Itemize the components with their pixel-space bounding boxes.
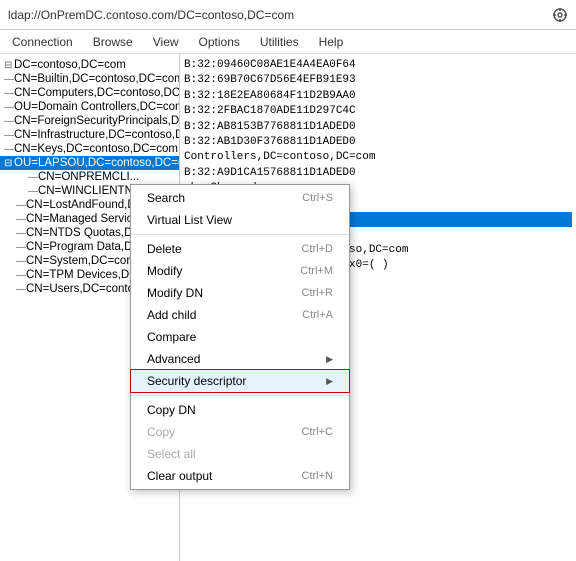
ctx-shortcut-modify: Ctrl+M (300, 265, 333, 277)
tree-toggle-users: — (16, 284, 26, 295)
ctx-shortcut-modifydn: Ctrl+R (302, 287, 333, 299)
ctx-shortcut-search: Ctrl+S (302, 192, 333, 204)
tree-item-builtin[interactable]: —CN=Builtin,DC=contoso,DC=com (0, 72, 179, 86)
ctx-item-clearoutput[interactable]: Clear output Ctrl+N (131, 465, 349, 487)
tree-label-lostandfound: CN=LostAndFound,D... (26, 199, 145, 211)
tree-label-lapsou: OU=LAPSOU,DC=contoso,DC=com (14, 157, 179, 169)
output-line-5: B:32:AB1D30F3768811D1ADED0 (184, 135, 572, 150)
ctx-item-virtuallistview[interactable]: Virtual List View (131, 209, 349, 231)
ctx-label-search: Search (147, 191, 185, 205)
tree-toggle-keys: — (4, 144, 14, 155)
ctx-separator-sep1 (131, 234, 349, 235)
tree-label-domaincontrollers: OU=Domain Controllers,DC=contoso,DC=com (14, 101, 179, 113)
ctx-item-search[interactable]: Search Ctrl+S (131, 187, 349, 209)
ctx-label-virtuallistview: Virtual List View (147, 213, 232, 227)
tree-toggle-tpmdevices: — (16, 270, 26, 281)
tree-toggle-ntdsquotas: — (16, 228, 26, 239)
tree-toggle-programdata: — (16, 242, 26, 253)
ctx-item-advanced[interactable]: Advanced (131, 348, 349, 370)
tree-label-tpmdevices: CN=TPM Devices,DC... (26, 269, 147, 281)
ctx-label-modifydn: Modify DN (147, 286, 203, 300)
output-line-4: B:32:AB8153B7768811D1ADED0 (184, 120, 572, 135)
menu-item-options[interactable]: Options (191, 33, 248, 51)
ctx-item-copy: Copy Ctrl+C (131, 421, 349, 443)
tree-item-onpremcli[interactable]: —CN=ONPREMCLI... (0, 170, 179, 184)
tree-label-computers: CN=Computers,DC=contoso,DC=com (14, 87, 179, 99)
ctx-shortcut-copy: Ctrl+C (302, 426, 333, 438)
menu-item-utilities[interactable]: Utilities (252, 33, 307, 51)
tree-toggle-winclientn: — (28, 186, 38, 197)
tree-toggle-infrastructure: — (4, 130, 14, 141)
context-menu: Search Ctrl+S Virtual List View Delete Ctrl+… (130, 184, 350, 490)
tree-item-infrastructure[interactable]: —CN=Infrastructure,DC=contoso,DC=com (0, 128, 179, 142)
ctx-label-selectall: Select all (147, 447, 196, 461)
ctx-shortcut-delete: Ctrl+D (302, 243, 333, 255)
main-content: ⊟DC=contoso,DC=com—CN=Builtin,DC=contoso… (0, 54, 576, 561)
menu-bar: ConnectionBrowseViewOptionsUtilitiesHelp (0, 30, 576, 54)
tree-toggle-onpremcli: — (28, 172, 38, 183)
ctx-label-modify: Modify (147, 264, 182, 278)
output-line-1: B:32:69B70C67D56E4EFB91E93 (184, 73, 572, 88)
tree-item-foreignsecurity[interactable]: —CN=ForeignSecurityPrincipals,DC=con... (0, 114, 179, 128)
ctx-item-modifydn[interactable]: Modify DN Ctrl+R (131, 282, 349, 304)
tree-label-root: DC=contoso,DC=com (14, 59, 126, 71)
output-line-3: B:32:2FBAC1870ADE11D297C4C (184, 104, 572, 119)
tree-toggle-root: ⊟ (4, 60, 14, 71)
tree-label-infrastructure: CN=Infrastructure,DC=contoso,DC=com (14, 129, 179, 141)
menu-item-view[interactable]: View (145, 33, 187, 51)
tree-toggle-lostandfound: — (16, 200, 26, 211)
tree-item-keys[interactable]: —CN=Keys,DC=contoso,DC=com (0, 142, 179, 156)
tree-toggle-computers: — (4, 88, 14, 99)
tree-item-computers[interactable]: —CN=Computers,DC=contoso,DC=com (0, 86, 179, 100)
ctx-label-compare: Compare (147, 330, 196, 344)
tree-label-users: CN=Users,DC=conto... (26, 283, 144, 295)
ctx-item-copydn[interactable]: Copy DN (131, 399, 349, 421)
output-line-6: Controllers,DC=contoso,DC=com (184, 150, 572, 165)
ctx-label-copydn: Copy DN (147, 403, 196, 417)
tree-label-foreignsecurity: CN=ForeignSecurityPrincipals,DC=con... (14, 115, 179, 127)
ctx-separator-sep2 (131, 395, 349, 396)
tree-label-builtin: CN=Builtin,DC=contoso,DC=com (14, 73, 179, 85)
output-line-7: B:32:A9D1CA15768811D1ADED0 (184, 166, 572, 181)
output-line-2: B:32:18E2EA80684F11D2B9AA0 (184, 89, 572, 104)
tree-item-lapsou[interactable]: ⊟OU=LAPSOU,DC=contoso,DC=com (0, 156, 179, 170)
ctx-item-modify[interactable]: Modify Ctrl+M (131, 260, 349, 282)
tree-toggle-builtin: — (4, 74, 14, 85)
ctx-item-compare[interactable]: Compare (131, 326, 349, 348)
ctx-shortcut-addchild: Ctrl+A (302, 309, 333, 321)
tree-item-domaincontrollers[interactable]: —OU=Domain Controllers,DC=contoso,DC=com (0, 100, 179, 114)
tree-toggle-system: — (16, 256, 26, 267)
tree-toggle-managedservice: — (16, 214, 26, 225)
tree-toggle-foreignsecurity: — (4, 116, 14, 127)
ctx-item-delete[interactable]: Delete Ctrl+D (131, 238, 349, 260)
ctx-label-delete: Delete (147, 242, 182, 256)
ctx-item-securitydescriptor[interactable]: Security descriptor (131, 370, 349, 392)
tree-toggle-domaincontrollers: — (4, 102, 14, 113)
tree-toggle-lapsou: ⊟ (4, 158, 14, 169)
ctx-label-clearoutput: Clear output (147, 469, 212, 483)
tree-item-root[interactable]: ⊟DC=contoso,DC=com (0, 58, 179, 72)
tree-label-winclientn: CN=WINCLIENTN... (38, 185, 142, 197)
menu-item-help[interactable]: Help (311, 33, 352, 51)
title-bar: ldap://OnPremDC.contoso.com/DC=contoso,D… (0, 0, 576, 30)
ctx-label-securitydescriptor: Security descriptor (147, 374, 246, 388)
menu-item-browse[interactable]: Browse (85, 33, 141, 51)
title-bar-text: ldap://OnPremDC.contoso.com/DC=contoso,D… (8, 8, 294, 22)
ctx-label-advanced: Advanced (147, 352, 200, 366)
ctx-item-addchild[interactable]: Add child Ctrl+A (131, 304, 349, 326)
menu-item-connection[interactable]: Connection (4, 33, 81, 51)
ctx-label-copy: Copy (147, 425, 175, 439)
target-icon[interactable] (552, 7, 568, 23)
ctx-label-addchild: Add child (147, 308, 196, 322)
tree-label-keys: CN=Keys,DC=contoso,DC=com (14, 143, 178, 155)
output-line-0: B:32:09460C08AE1E4A4EA0F64 (184, 58, 572, 73)
tree-label-managedservice: CN=Managed Servic... (26, 213, 142, 225)
tree-label-onpremcli: CN=ONPREMCLI... (38, 171, 139, 183)
ctx-item-selectall: Select all (131, 443, 349, 465)
ctx-shortcut-clearoutput: Ctrl+N (302, 470, 333, 482)
